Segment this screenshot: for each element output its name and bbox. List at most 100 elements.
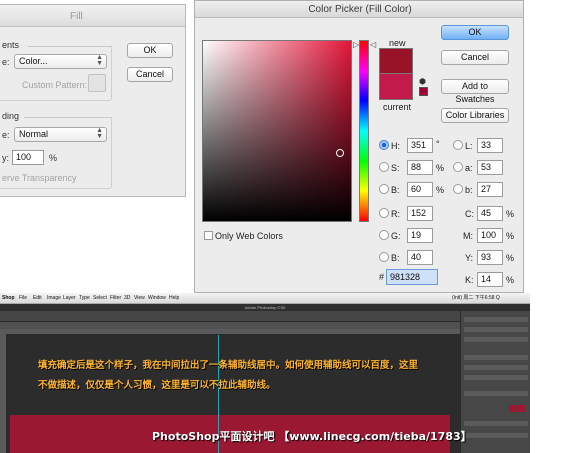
red-label: R: (391, 209, 400, 219)
cyan-input[interactable]: 45 (477, 206, 503, 221)
menu-image[interactable]: Image (47, 293, 61, 304)
panel-row[interactable] (464, 433, 528, 438)
panel-row[interactable] (464, 355, 528, 360)
options-bar[interactable] (0, 311, 530, 322)
saturation-label: S: (391, 163, 400, 173)
menu-help[interactable]: Help (169, 293, 179, 304)
fill-ok-button[interactable]: OK (127, 43, 173, 58)
brightness-unit: % (436, 185, 445, 195)
opacity-unit: % (49, 153, 58, 163)
select-arrows-icon: ▲ ▼ (96, 127, 103, 140)
panel-row[interactable] (464, 317, 528, 322)
cyan-unit: % (506, 209, 515, 219)
black-unit: % (506, 275, 515, 285)
panel-row[interactable] (464, 375, 528, 380)
web-safe-color-chip[interactable] (419, 87, 428, 96)
web-safe-warning-icon[interactable]: ⬢ (419, 77, 426, 86)
green-radio[interactable] (379, 230, 389, 240)
photoshop-workspace: Shop File Edit Image Layer Type Select F… (0, 293, 530, 453)
mode-select[interactable]: Normal ▲ ▼ (14, 127, 107, 142)
black-label: K: (465, 275, 474, 285)
red-radio[interactable] (379, 208, 389, 218)
preserve-transparency-checkbox-label[interactable]: erve Transparency (2, 173, 77, 183)
opacity-label: y: (2, 153, 10, 163)
add-to-swatches-button[interactable]: Add to Swatches (441, 79, 509, 104)
current-color-swatch[interactable] (379, 73, 413, 100)
fill-cancel-button[interactable]: Cancel (127, 67, 173, 82)
black-input[interactable]: 14 (477, 272, 503, 287)
menu-window[interactable]: Window (148, 293, 166, 304)
saturation-input[interactable]: 88 (407, 160, 433, 175)
hue-radio[interactable] (379, 140, 389, 150)
blue-radio[interactable] (379, 252, 389, 262)
document-tab[interactable] (0, 322, 460, 329)
magenta-unit: % (506, 231, 515, 241)
hue-slider[interactable] (359, 40, 369, 222)
fill-titlebar[interactable]: Fill (0, 5, 185, 27)
color-libraries-button[interactable]: Color Libraries (441, 108, 509, 123)
use-select-value: Color... (19, 56, 48, 66)
menu-app[interactable]: Shop (2, 293, 15, 304)
picker-ok-button[interactable]: OK (441, 25, 509, 40)
photoshop-window-title: Adobe Photoshop CS6 (0, 304, 530, 311)
brightness-radio[interactable] (379, 184, 389, 194)
watermark-text: PhotoShop平面设计吧 【www.linecg.com/tieba/178… (152, 430, 472, 443)
only-web-colors-label[interactable]: Only Web Colors (215, 231, 283, 241)
menu-filter[interactable]: Filter (110, 293, 121, 304)
red-input[interactable]: 152 (407, 206, 433, 221)
mode-label: e: (2, 130, 10, 140)
brightness-input[interactable]: 60 (407, 182, 433, 197)
panel-color-chip[interactable] (509, 405, 525, 412)
custom-pattern-picker[interactable] (88, 74, 106, 92)
opacity-input[interactable]: 100 (12, 150, 44, 165)
hue-unit: ° (436, 139, 440, 149)
lab-b-input[interactable]: 27 (477, 182, 503, 197)
picker-cancel-button[interactable]: Cancel (441, 50, 509, 65)
menu-view[interactable]: View (134, 293, 145, 304)
lab-b-radio[interactable] (453, 184, 463, 194)
menu-select[interactable]: Select (93, 293, 107, 304)
mode-select-value: Normal (19, 129, 49, 139)
lab-b-label: b: (465, 185, 473, 195)
hue-input[interactable]: 351 (407, 138, 433, 153)
magenta-input[interactable]: 100 (477, 228, 503, 243)
new-color-swatch (379, 48, 413, 73)
panel-row[interactable] (464, 391, 528, 396)
yellow-label: Y: (465, 253, 474, 263)
menu-type[interactable]: Type (79, 293, 90, 304)
color-field-marker[interactable] (336, 149, 344, 157)
tutorial-note-line-1: 填充确定后是这个样子，我在中间拉出了一条辅助线居中。如何使用辅助线可以百度，这里 (38, 360, 419, 371)
fill-title: Fill (70, 11, 83, 22)
saturation-unit: % (436, 163, 445, 173)
fill-dialog: Fill ents e: Color... ▲ ▼ Custom Pattern:… (0, 4, 186, 197)
custom-pattern-label: Custom Pattern: (22, 80, 88, 90)
panel-row[interactable] (464, 327, 528, 332)
yellow-input[interactable]: 93 (477, 250, 503, 265)
color-picker-title: Color Picker (Fill Color) (308, 4, 412, 15)
lab-a-radio[interactable] (453, 162, 463, 172)
color-picker-titlebar[interactable]: Color Picker (Fill Color) (195, 1, 523, 18)
tutorial-note-line-2: 不做描述，仅仅是个人习惯，这里是可以不拉此辅助线。 (38, 380, 276, 391)
only-web-colors-checkbox[interactable] (204, 231, 213, 240)
blue-input[interactable]: 40 (407, 250, 433, 265)
menu-layer[interactable]: Layer (63, 293, 76, 304)
saturation-brightness-field[interactable] (202, 40, 352, 222)
hex-input[interactable]: 981328 (386, 269, 438, 285)
menu-edit[interactable]: Edit (33, 293, 42, 304)
menu-file[interactable]: File (19, 293, 27, 304)
lab-l-radio[interactable] (453, 140, 463, 150)
color-picker-dialog: Color Picker (Fill Color) ▷ ◁ new curren… (194, 0, 524, 293)
use-label: e: (2, 57, 10, 67)
lab-l-input[interactable]: 33 (477, 138, 503, 153)
panel-row[interactable] (464, 365, 528, 370)
panel-row[interactable] (464, 421, 528, 426)
lab-a-label: a: (465, 163, 473, 173)
lab-a-input[interactable]: 53 (477, 160, 503, 175)
menu-3d[interactable]: 3D (124, 293, 130, 304)
panel-row[interactable] (464, 337, 528, 342)
saturation-radio[interactable] (379, 162, 389, 172)
blue-label: B: (391, 253, 400, 263)
green-input[interactable]: 19 (407, 228, 433, 243)
hue-slider-right-arrow-icon: ◁ (370, 40, 377, 49)
use-select[interactable]: Color... ▲ ▼ (14, 54, 107, 69)
